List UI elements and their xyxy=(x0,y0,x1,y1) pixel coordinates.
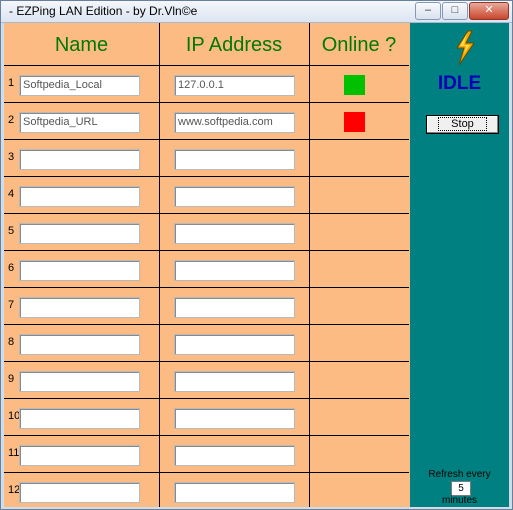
host-name-input[interactable] xyxy=(19,408,140,429)
host-name-input[interactable] xyxy=(19,371,140,392)
row-divider xyxy=(4,472,409,473)
minutes-label: minutes xyxy=(441,495,477,506)
status-offline-indicator xyxy=(344,112,365,132)
host-name-input[interactable] xyxy=(19,186,140,207)
row-divider xyxy=(4,213,409,214)
host-name-input[interactable] xyxy=(19,445,140,466)
row-divider xyxy=(4,287,409,288)
title-bar[interactable]: - EZPing LAN Edition - by Dr.Vln©e – □ ✕ xyxy=(1,1,512,23)
ip-address-input[interactable]: 127.0.0.1 xyxy=(174,75,295,96)
control-panel: IDLE Stop Refresh every 5 minutes xyxy=(410,23,509,507)
stop-button[interactable]: Stop xyxy=(426,115,499,134)
host-name-input[interactable] xyxy=(19,149,140,170)
host-name-input[interactable] xyxy=(19,223,140,244)
header-name: Name xyxy=(54,34,109,56)
row-divider xyxy=(4,102,409,103)
ip-address-input[interactable] xyxy=(174,482,295,503)
row-divider xyxy=(4,139,409,140)
status-label: IDLE xyxy=(437,73,482,94)
row-divider xyxy=(4,435,409,436)
ip-address-input[interactable] xyxy=(174,445,295,466)
ip-address-input[interactable] xyxy=(174,260,295,281)
row-divider xyxy=(4,176,409,177)
refresh-interval-input[interactable]: 5 xyxy=(451,481,471,496)
host-name-input[interactable]: Softpedia_Local xyxy=(19,75,140,96)
ip-address-input[interactable] xyxy=(174,186,295,207)
ip-address-input[interactable] xyxy=(174,297,295,318)
ip-address-input[interactable] xyxy=(174,408,295,429)
row-divider xyxy=(4,250,409,251)
ip-address-input[interactable] xyxy=(174,149,295,170)
ip-address-input[interactable] xyxy=(174,223,295,244)
minimize-button[interactable]: – xyxy=(415,2,441,20)
stop-button-label: Stop xyxy=(438,117,487,131)
close-button[interactable]: ✕ xyxy=(469,2,509,20)
host-name-input[interactable] xyxy=(19,482,140,503)
host-name-input[interactable] xyxy=(19,334,140,355)
row-divider xyxy=(4,398,409,399)
row-divider xyxy=(4,361,409,362)
status-online-indicator xyxy=(344,75,365,95)
host-name-input[interactable] xyxy=(19,297,140,318)
header-ip-address: IP Address xyxy=(185,34,283,56)
client-area: Name IP Address Online ? 1 Softpedia_Loca… xyxy=(4,23,509,507)
ip-address-input[interactable] xyxy=(174,334,295,355)
maximize-button[interactable]: □ xyxy=(442,2,468,20)
window-title: - EZPing LAN Edition - by Dr.Vln©e xyxy=(9,4,198,18)
host-name-input[interactable] xyxy=(19,260,140,281)
header-online: Online ? xyxy=(321,34,397,56)
lightning-bolt-icon xyxy=(456,30,475,66)
row-divider xyxy=(4,324,409,325)
app-window: - EZPing LAN Edition - by Dr.Vln©e – □ ✕… xyxy=(0,0,513,510)
window-controls: – □ ✕ xyxy=(415,2,509,20)
row-divider xyxy=(4,65,409,66)
refresh-label: Refresh every xyxy=(428,469,491,480)
host-name-input[interactable]: Softpedia_URL xyxy=(19,112,140,133)
ip-address-input[interactable] xyxy=(174,371,295,392)
ip-address-input[interactable]: www.softpedia.com xyxy=(174,112,295,133)
